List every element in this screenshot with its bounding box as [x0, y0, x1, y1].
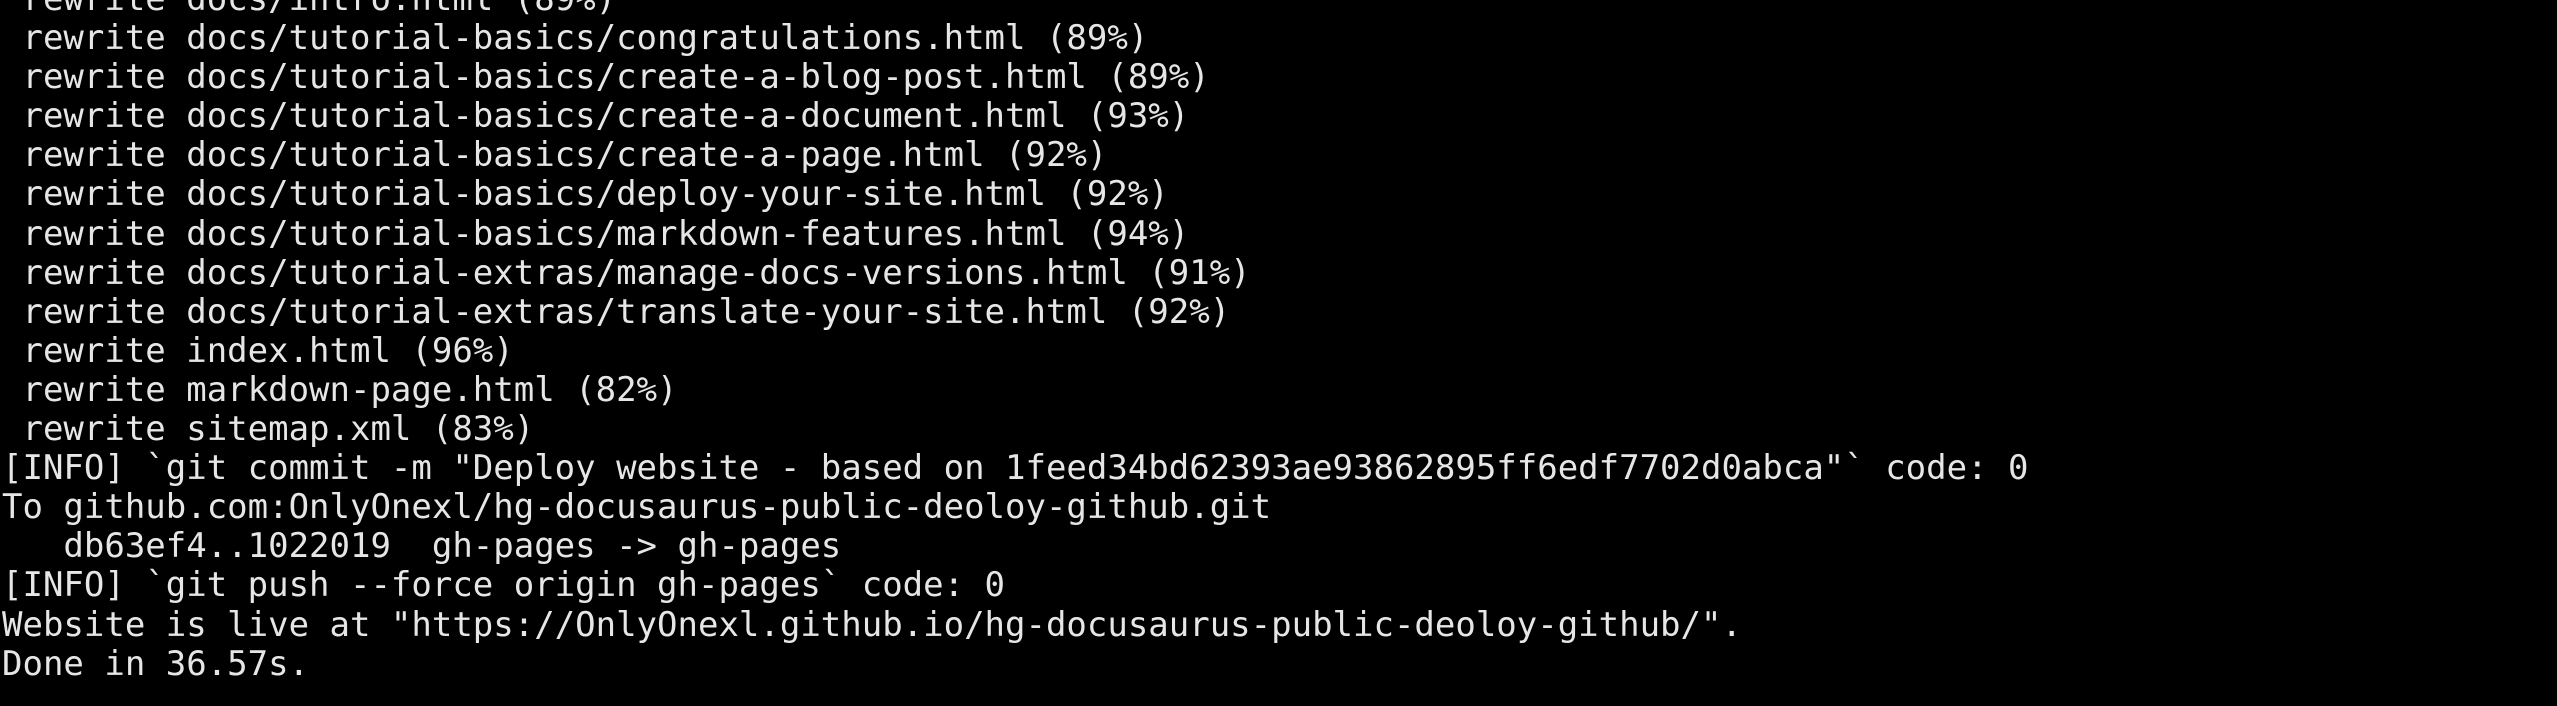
output-line: rewrite docs/tutorial-basics/markdown-fe…	[2, 213, 1190, 254]
output-line: rewrite docs/tutorial-extras/manage-docs…	[2, 252, 1251, 293]
website-live-line: Website is live at "https://OnlyOnexl.gi…	[2, 604, 1742, 645]
output-line: db63ef4..1022019 gh-pages -> gh-pages	[2, 526, 842, 567]
output-line: rewrite docs/tutorial-basics/congratulat…	[2, 18, 1149, 59]
output-line: rewrite docs/intro.html (89%)	[2, 0, 2029, 19]
output-line: rewrite sitemap.xml (83%)	[2, 409, 535, 450]
output-line: rewrite docs/tutorial-extras/translate-y…	[2, 291, 1231, 332]
output-line: rewrite docs/tutorial-basics/deploy-your…	[2, 174, 1169, 215]
output-line: rewrite docs/tutorial-basics/create-a-pa…	[2, 135, 1108, 176]
info-line-commit: [INFO] `git commit -m "Deploy website - …	[2, 448, 2029, 489]
output-line: rewrite docs/tutorial-basics/create-a-do…	[2, 96, 1190, 137]
output-line: rewrite markdown-page.html (82%)	[2, 369, 678, 410]
terminal-window[interactable]: rewrite docs/intro.html (89%) rewrite do…	[0, 0, 2557, 706]
done-line: Done in 36.57s.	[2, 643, 310, 684]
output-line: rewrite index.html (96%)	[2, 330, 514, 371]
terminal-output: rewrite docs/intro.html (89%) rewrite do…	[2, 0, 2029, 684]
output-line: rewrite docs/tutorial-basics/create-a-bl…	[2, 57, 1210, 98]
info-line-push: [INFO] `git push --force origin gh-pages…	[2, 565, 1006, 606]
output-line: To github.com:OnlyOnexl/hg-docusaurus-pu…	[2, 487, 1272, 528]
